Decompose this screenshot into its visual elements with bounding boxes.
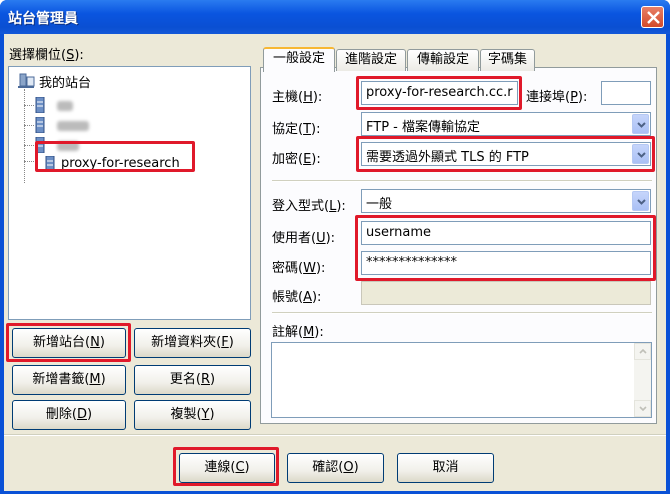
tree-item-proxy-for-research[interactable]: proxy-for-research xyxy=(61,156,180,171)
encryption-select[interactable]: 需要透過外顯式 TLS 的 FTP xyxy=(361,142,651,166)
tree-item-site-hidden[interactable] xyxy=(57,140,79,155)
protocol-value: FTP - 檔案傳輸協定 xyxy=(366,120,480,135)
dialog-body: 選擇欄位(S): 我的站台 proxy-for-research 新增站台(N)… xyxy=(4,34,666,491)
server-icon xyxy=(35,97,45,113)
separator xyxy=(272,180,652,182)
close-icon xyxy=(647,11,660,24)
new-site-button[interactable]: 新增站台(N) xyxy=(12,328,126,358)
encryption-label: 加密(E): xyxy=(272,152,321,167)
chevron-down-icon xyxy=(639,406,647,411)
tree-item-site-hidden[interactable] xyxy=(57,120,89,135)
ok-button[interactable]: 確認(O) xyxy=(287,453,384,483)
user-label: 使用者(U): xyxy=(272,231,336,246)
chevron-down-icon xyxy=(637,152,646,158)
tree-item-site-hidden[interactable] xyxy=(57,100,73,115)
scrollbar[interactable] xyxy=(634,343,651,417)
comments-label: 註解(M): xyxy=(272,325,324,340)
separator xyxy=(4,434,666,436)
tab-general[interactable]: 一般設定 xyxy=(263,47,335,72)
tree-root-my-sites[interactable]: 我的站台 xyxy=(39,72,91,91)
server-icon xyxy=(35,137,45,153)
tree-line xyxy=(24,145,34,146)
scroll-up-button[interactable] xyxy=(634,343,651,360)
tab-transfer-settings[interactable]: 傳輸設定 xyxy=(407,49,479,71)
host-input[interactable]: proxy-for-research.cc.r xyxy=(361,81,518,105)
password-label: 密碼(W): xyxy=(272,261,326,276)
close-button[interactable] xyxy=(641,6,664,28)
scroll-down-button[interactable] xyxy=(634,400,651,417)
title-bar: 站台管理員 xyxy=(0,0,670,34)
server-icon xyxy=(45,156,55,172)
window-title: 站台管理員 xyxy=(8,11,78,27)
select-entry-label: 選擇欄位(S): xyxy=(9,48,84,63)
account-input xyxy=(361,281,651,305)
computer-icon xyxy=(18,73,35,88)
server-icon xyxy=(35,117,45,133)
cancel-button[interactable]: 取消 xyxy=(397,453,494,483)
comments-textarea[interactable] xyxy=(271,342,652,418)
tree-line xyxy=(24,161,34,162)
dropdown-button[interactable] xyxy=(632,191,649,211)
protocol-select[interactable]: FTP - 檔案傳輸協定 xyxy=(361,112,651,136)
separator xyxy=(272,312,652,314)
port-label: 連接埠(P): xyxy=(526,90,588,105)
chevron-down-icon xyxy=(637,122,646,128)
protocol-label: 協定(T): xyxy=(272,122,321,137)
port-input[interactable] xyxy=(601,81,651,105)
account-label: 帳號(A): xyxy=(272,290,322,305)
dropdown-button[interactable] xyxy=(632,144,649,164)
chevron-down-icon xyxy=(637,199,646,205)
encryption-value: 需要透過外顯式 TLS 的 FTP xyxy=(366,150,529,165)
delete-button[interactable]: 刪除(D) xyxy=(12,400,126,430)
tab-charset[interactable]: 字碼集 xyxy=(480,49,535,71)
logon-type-value: 一般 xyxy=(366,197,393,212)
connect-button[interactable]: 連線(C) xyxy=(179,453,275,483)
logon-type-label: 登入型式(L): xyxy=(272,199,346,214)
rename-button[interactable]: 更名(R) xyxy=(134,365,251,395)
new-bookmark-button[interactable]: 新增書籤(M) xyxy=(12,365,126,395)
logon-type-select[interactable]: 一般 xyxy=(361,189,651,213)
site-manager-window: 站台管理員 選擇欄位(S): 我的站台 proxy-for-research 新… xyxy=(0,0,670,494)
tree-line xyxy=(24,89,25,183)
copy-button[interactable]: 複製(Y) xyxy=(134,400,251,430)
chevron-up-icon xyxy=(639,349,647,354)
new-folder-button[interactable]: 新增資料夾(F) xyxy=(134,328,251,358)
password-input[interactable]: ************** xyxy=(361,251,651,275)
host-label: 主機(H): xyxy=(272,90,323,105)
site-tree[interactable]: 我的站台 proxy-for-research xyxy=(8,66,251,320)
tree-line xyxy=(24,105,34,106)
tree-line xyxy=(24,125,34,126)
user-input[interactable]: username xyxy=(361,221,651,245)
dropdown-button[interactable] xyxy=(632,114,649,134)
tab-advanced[interactable]: 進階設定 xyxy=(336,49,406,71)
